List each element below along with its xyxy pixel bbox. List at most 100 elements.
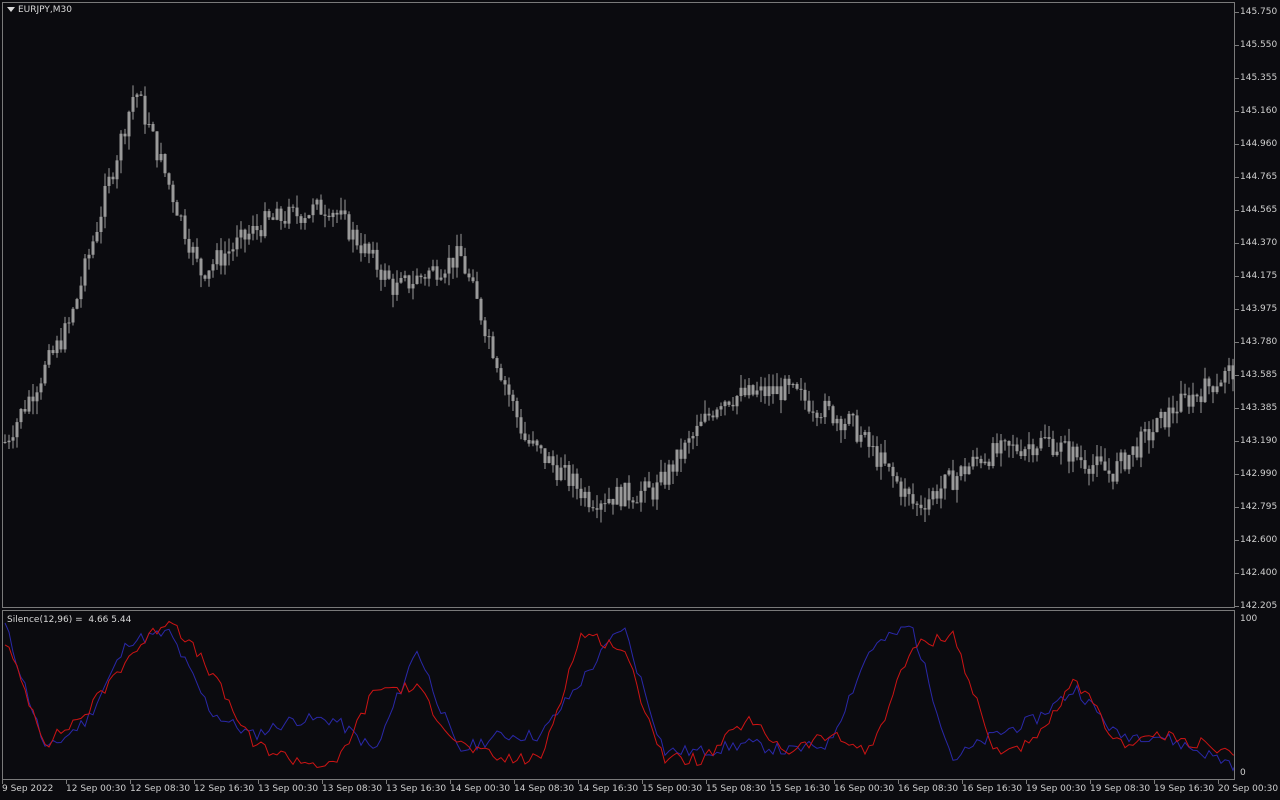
candle-body — [1087, 468, 1091, 474]
time-label: 19 Sep 00:30 — [1026, 784, 1087, 794]
indicator-line-red — [4, 620, 1234, 769]
candle-body — [783, 378, 787, 401]
candle-body — [599, 503, 603, 510]
candle-body — [327, 215, 331, 218]
price-tick — [1235, 342, 1239, 343]
candle-body — [1091, 465, 1095, 474]
candle-body — [575, 473, 579, 489]
candle-body — [471, 277, 475, 282]
candle-body — [991, 443, 995, 467]
candle-body — [1067, 441, 1071, 462]
candle-body — [843, 423, 847, 431]
candle-body — [763, 386, 767, 397]
price-tick — [1235, 474, 1239, 475]
candle-body — [691, 436, 695, 439]
candle-body — [11, 437, 15, 441]
candle-body — [587, 491, 591, 508]
candle-body — [835, 418, 839, 424]
candle-body — [355, 229, 359, 246]
candle-body — [871, 446, 875, 448]
time-label: 12 Sep 00:30 — [66, 784, 127, 794]
candle-body — [75, 299, 79, 309]
candle-body — [1231, 365, 1234, 380]
candle-body — [535, 440, 539, 446]
candle-body — [315, 199, 319, 205]
candle-body — [95, 231, 99, 242]
candle-body — [851, 413, 855, 416]
price-label: 145.355 — [1240, 73, 1278, 83]
candle-body — [659, 471, 663, 483]
candle-body — [455, 246, 459, 268]
price-tick — [1235, 375, 1239, 376]
candle-body — [855, 415, 859, 442]
candle-body — [239, 229, 243, 238]
time-label: 20 Sep 00:30 — [1218, 784, 1279, 794]
candle-body — [607, 498, 611, 504]
price-tick — [1235, 210, 1239, 211]
candle-body — [1015, 444, 1019, 452]
candle-body — [643, 481, 647, 491]
price-tick — [1235, 507, 1239, 508]
candle-body — [447, 257, 451, 274]
price-tick — [1235, 540, 1239, 541]
candle-body — [567, 465, 571, 486]
price-tick — [1235, 78, 1239, 79]
candle-body — [1059, 442, 1063, 452]
candle-body — [907, 488, 911, 495]
candle-body — [339, 210, 343, 215]
candle-body — [987, 461, 991, 467]
candle-body — [963, 466, 967, 475]
candle-body — [47, 350, 51, 365]
candle-body — [199, 258, 203, 276]
candle-body — [495, 358, 499, 369]
indicator-line-blue — [4, 622, 1234, 772]
candle-body — [983, 461, 987, 464]
candle-body — [971, 456, 975, 467]
price-label: 145.550 — [1240, 40, 1278, 50]
candle-body — [815, 412, 819, 418]
candle-body — [439, 277, 443, 280]
candle-body — [383, 270, 387, 280]
candle-body — [431, 266, 435, 271]
candle-body — [415, 275, 419, 284]
candle-body — [291, 206, 295, 208]
indicator-values: 4.66 5.44 — [88, 615, 132, 625]
candle-body — [1171, 407, 1175, 414]
price-chart-pane[interactable] — [2, 2, 1235, 608]
candle-body — [299, 216, 303, 223]
candle-body — [919, 504, 923, 509]
candle-body — [1083, 460, 1087, 469]
candle-body — [107, 176, 111, 186]
candle-body — [99, 216, 103, 232]
candle-body — [555, 465, 559, 481]
candle-body — [39, 383, 43, 393]
price-label: 145.750 — [1240, 7, 1278, 17]
price-label: 142.795 — [1240, 502, 1278, 512]
candle-body — [215, 250, 219, 265]
time-label: 14 Sep 08:30 — [514, 784, 575, 794]
candle-body — [1139, 431, 1143, 458]
candle-body — [43, 364, 47, 384]
candle-body — [111, 176, 115, 180]
candle-body — [1115, 461, 1119, 482]
candle-body — [747, 385, 751, 396]
candle-body — [671, 464, 675, 472]
price-label: 144.370 — [1240, 238, 1278, 248]
candle-body — [1155, 418, 1159, 433]
indicator-pane[interactable] — [2, 610, 1235, 780]
collapse-triangle-icon[interactable] — [7, 7, 15, 12]
candle-body — [163, 154, 167, 174]
candle-body — [923, 508, 927, 510]
time-label: 19 Sep 16:30 — [1154, 784, 1215, 794]
time-label: 16 Sep 08:30 — [898, 784, 959, 794]
candle-body — [527, 440, 531, 444]
candle-body — [1039, 437, 1043, 449]
candle-body — [979, 458, 983, 464]
candle-body — [883, 452, 887, 464]
candle-body — [703, 413, 707, 422]
candle-body — [403, 275, 407, 279]
silence-indicator-chart — [4, 620, 1234, 772]
symbol-label[interactable]: EURJPY,M30 — [7, 5, 72, 15]
candle-body — [419, 275, 423, 278]
candle-body — [631, 500, 635, 503]
